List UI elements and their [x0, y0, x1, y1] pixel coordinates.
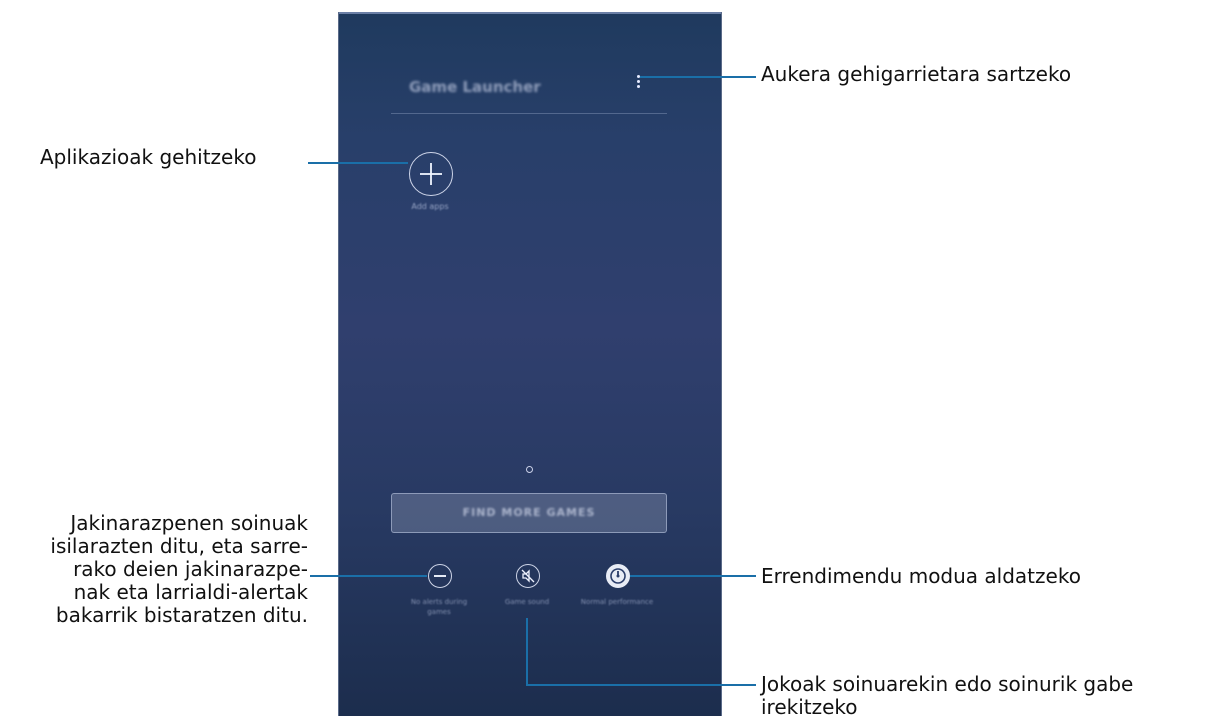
find-more-games-label: FIND MORE GAMES	[462, 506, 596, 519]
do-not-disturb-icon[interactable]	[428, 564, 452, 588]
screen-top-edge	[339, 12, 721, 14]
notifications-callout-line: Jakinarazpenen soinuak	[70, 511, 308, 535]
add-apps-label: Add apps	[411, 202, 449, 211]
game-sound-label: Game sound	[504, 598, 550, 606]
notifications-callout-line: nak eta larrialdi-alertak	[73, 580, 308, 604]
phone-screen: Game Launcher Add apps FIND MORE GAMES N…	[338, 12, 722, 716]
callout-line-sound-horizontal	[526, 684, 756, 686]
sound-callout-line: Jokoak soinuarekin edo soinurik gabe	[761, 672, 1134, 696]
notifications-callout-line: bakarrik bistaratzen ditu.	[55, 603, 308, 627]
notifications-callout-line: rako deien jakinarazpe-	[73, 557, 308, 581]
callout-line-add	[308, 162, 408, 164]
performance-icon[interactable]	[606, 564, 630, 588]
callout-line-options	[640, 76, 756, 78]
header-divider	[391, 113, 667, 114]
callout-line-performance	[630, 575, 756, 577]
no-alerts-label: No alerts during games	[410, 598, 468, 616]
callout-line-notifications	[310, 575, 427, 577]
performance-callout: Errendimendu modua aldatzeko	[761, 564, 1081, 588]
app-title: Game Launcher	[409, 78, 541, 96]
find-more-games-button[interactable]: FIND MORE GAMES	[391, 493, 667, 533]
sound-callout: Jokoak soinuarekin edo soinurik gabe ire…	[761, 673, 1210, 719]
add-apps-button[interactable]	[409, 152, 453, 196]
add-apps-callout: Aplikazioak gehitzeko	[40, 145, 257, 169]
notifications-callout-line: isilarazten ditu, eta sarre-	[50, 534, 308, 558]
performance-label: Normal performance	[580, 598, 654, 606]
notifications-callout: Jakinarazpenen soinuak isilarazten ditu,…	[10, 512, 308, 627]
more-options-callout: Aukera gehigarrietara sartzeko	[761, 62, 1072, 86]
mute-icon[interactable]	[516, 564, 540, 588]
page-indicator	[526, 466, 533, 473]
callout-line-sound-vertical	[526, 618, 528, 686]
